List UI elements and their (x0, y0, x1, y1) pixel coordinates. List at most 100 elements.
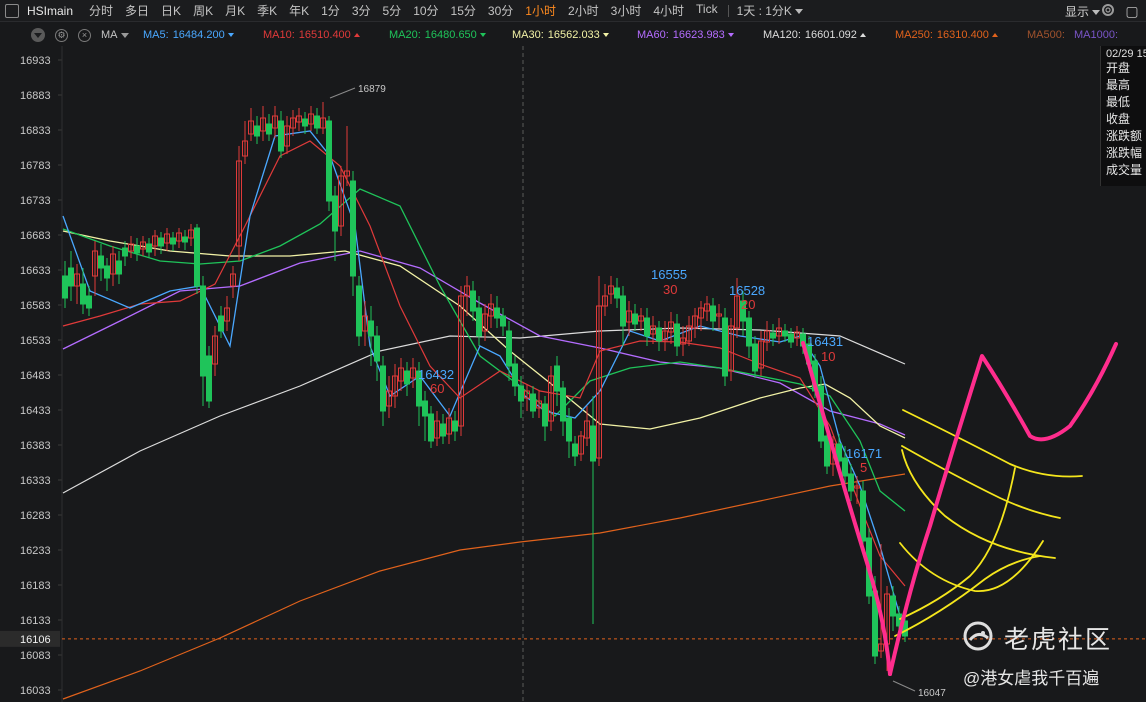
price-tick-label: 16083 (20, 650, 51, 662)
ma-value: 16601.092 (804, 29, 857, 41)
moving-average-line (62, 130, 906, 632)
period-tab[interactable]: 日K (155, 2, 187, 19)
tiger-logo-icon (963, 621, 993, 651)
ma-item: MA500: (1027, 29, 1069, 41)
info-labels: 开盘 最高 最低 收盘 涨跌额 涨跌幅 成交量 (1101, 60, 1146, 179)
candle-body (590, 425, 596, 462)
gear-icon[interactable] (1100, 2, 1116, 18)
ma-name: MA120: (763, 29, 801, 41)
candle-body (770, 332, 776, 339)
high-leader-line (329, 87, 356, 99)
period-tab[interactable]: 分时 (83, 2, 119, 19)
trend-down-icon (602, 33, 609, 38)
td-count-label: 16528 (729, 283, 765, 298)
candle-body (194, 227, 200, 287)
candle-body (302, 118, 308, 127)
ma-name: MA30: (512, 29, 544, 41)
td-count-label: 16555 (651, 267, 687, 282)
candle-body (380, 365, 386, 412)
period-tab[interactable]: 15分 (445, 2, 482, 19)
display-menu-button[interactable]: 显示 (1065, 3, 1100, 20)
price-tick-label: 16033 (20, 685, 51, 697)
trend-down-icon (227, 33, 234, 38)
period-tab[interactable]: 季K (251, 2, 283, 19)
chevron-down-icon (120, 32, 129, 38)
period-tab[interactable]: 多日 (119, 2, 155, 19)
more-icon[interactable]: ▢ (1122, 2, 1142, 20)
ma-name: MA250: (895, 29, 933, 41)
period-tab[interactable]: 4小时 (647, 2, 690, 19)
candle-body (722, 317, 728, 377)
hand-drawn-yellow-curve (899, 467, 1016, 620)
ohlc-info-panel: 02/29 15 开盘 最高 最低 收盘 涨跌额 涨跌幅 成交量 (1100, 46, 1146, 186)
ma-item: MA30: 16562.033 (512, 29, 609, 41)
td-count-label: 60 (430, 381, 444, 396)
moving-average-line (62, 327, 906, 494)
watermark-user: @港女虐我千百遍 (963, 669, 1100, 688)
period-tab[interactable]: 年K (283, 2, 315, 19)
price-tick-label: 16783 (20, 160, 51, 172)
period-tab[interactable]: 周K (187, 2, 219, 19)
ma-value: 16484.200 (172, 29, 225, 41)
td-count-label: 16431 (807, 334, 843, 349)
watermark-title: 老虎社区 (1004, 626, 1113, 654)
candle-body (266, 123, 272, 135)
period-tab[interactable]: 1小时 (519, 2, 562, 19)
ma-name: MA1000: (1074, 29, 1119, 41)
candle-body (452, 420, 458, 432)
candle-body (560, 387, 566, 422)
ma-name: MA10: (263, 29, 295, 41)
ma-value: 16480.650 (424, 29, 477, 41)
info-date: 02/29 15 (1106, 48, 1146, 60)
candle-body (314, 115, 320, 129)
info-label: 最低 (1106, 95, 1131, 109)
symbol-selector[interactable]: HSImain (27, 4, 73, 18)
candle-body (122, 247, 128, 257)
current-price-label: 16106 (20, 634, 51, 646)
close-icon[interactable]: × (78, 28, 91, 42)
collapse-toggle-icon[interactable] (31, 28, 45, 42)
candle-body (788, 333, 794, 343)
price-tick-label: 16233 (20, 545, 51, 557)
period-tab[interactable]: Tick (690, 2, 724, 19)
candle-body (656, 327, 662, 342)
price-tick-label: 16683 (20, 230, 51, 242)
period-tab[interactable]: 30分 (482, 2, 519, 19)
candle-body (572, 443, 578, 457)
candle-body (566, 417, 572, 442)
candle-body (170, 237, 176, 245)
candle-body (848, 473, 854, 492)
candle-body (86, 295, 92, 309)
ma-item: MA120: 16601.092 (763, 29, 866, 41)
candle-body (620, 295, 626, 327)
range-select[interactable]: 1天 : 1分K (733, 2, 807, 19)
settings-icon[interactable]: ⚙ (55, 28, 68, 42)
price-tick-label: 16733 (20, 195, 51, 207)
chart-canvas[interactable]: 16933 16883 16833 16783 16733 16683 16633 16583… (0, 46, 1146, 702)
price-tick-label: 16483 (20, 370, 51, 382)
period-tab[interactable]: 1分 (315, 2, 346, 19)
period-tab[interactable]: 2小时 (562, 2, 605, 19)
td-count-label: 10 (821, 349, 835, 364)
candle-body (116, 260, 122, 275)
window-icon[interactable] (5, 3, 19, 18)
candle-body (278, 120, 284, 152)
info-label: 成交量 (1106, 163, 1143, 177)
td-count-label: 16171 (846, 446, 882, 461)
candle-body (752, 343, 758, 372)
ma-type-select[interactable]: MA (101, 29, 129, 41)
hand-drawn-yellow-curve (901, 445, 1061, 519)
price-tick-label: 16833 (20, 125, 51, 137)
period-tab[interactable]: 5分 (377, 2, 408, 19)
ma-value: 16510.400 (298, 29, 351, 41)
ma-value: 16562.033 (547, 29, 600, 41)
period-tab[interactable]: 3小时 (605, 2, 648, 19)
ma-item: MA10: 16510.400 (263, 29, 360, 41)
candlestick-chart[interactable]: 16933 16883 16833 16783 16733 16683 16633 16583… (0, 46, 1146, 702)
candle-body (158, 237, 164, 247)
period-tab[interactable]: 10分 (407, 2, 444, 19)
candle-body (104, 265, 110, 279)
period-tab[interactable]: 3分 (346, 2, 377, 19)
candle-body (782, 330, 788, 337)
period-tab[interactable]: 月K (219, 2, 251, 19)
